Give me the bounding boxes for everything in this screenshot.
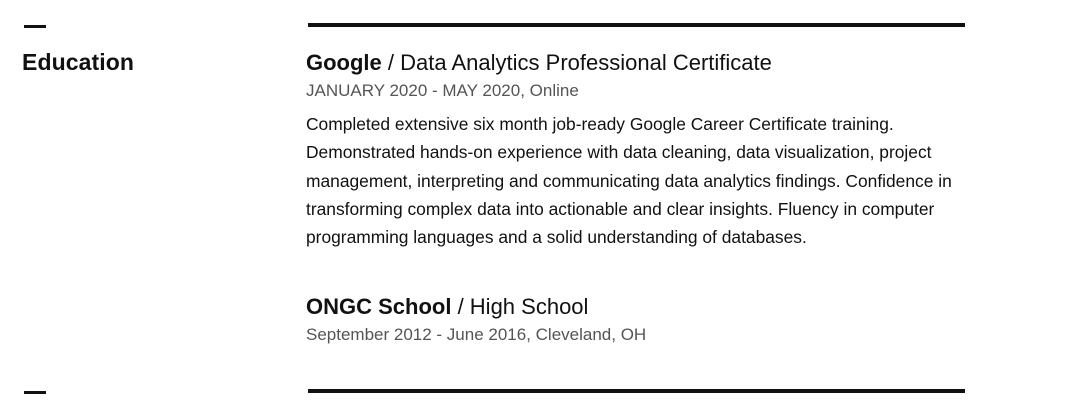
entry-program: High School: [469, 294, 589, 319]
section-divider-dash-bottom: [24, 391, 46, 394]
section-divider-dash-top: [24, 25, 46, 28]
entry-separator: /: [451, 294, 470, 319]
entry-heading: Google / Data Analytics Professional Cer…: [306, 50, 1066, 76]
entry-description-line: transforming complex data into actionabl…: [306, 198, 935, 219]
entry-description-line: Completed extensive six month job-ready …: [306, 114, 894, 134]
education-entry: ONGC School / High School September 2012…: [306, 294, 1066, 346]
section-divider-rule-bottom: [308, 389, 965, 393]
entry-dates-location: JANUARY 2020 - MAY 2020, Online: [306, 81, 579, 100]
entry-description-line: Demonstrated hands-on experience with da…: [306, 142, 932, 163]
entry-separator: /: [381, 50, 401, 75]
entry-organization: ONGC School: [306, 294, 452, 319]
entry-description-line: programming languages and a solid unders…: [306, 227, 807, 248]
education-entry: Google / Data Analytics Professional Cer…: [306, 50, 1066, 251]
section-divider-rule-top: [308, 23, 965, 27]
entry-program: Data Analytics Professional Certificate: [400, 50, 772, 75]
section-title: Education: [22, 49, 135, 75]
entry-heading: ONGC School / High School: [306, 294, 1066, 320]
entry-description: Completed extensive six month job-ready …: [306, 110, 1066, 251]
entry-description-line: management, interpreting and communicati…: [306, 170, 952, 191]
entry-organization: Google: [306, 50, 382, 75]
entry-dates-location: September 2012 - June 2016, Cleveland, O…: [306, 325, 647, 344]
